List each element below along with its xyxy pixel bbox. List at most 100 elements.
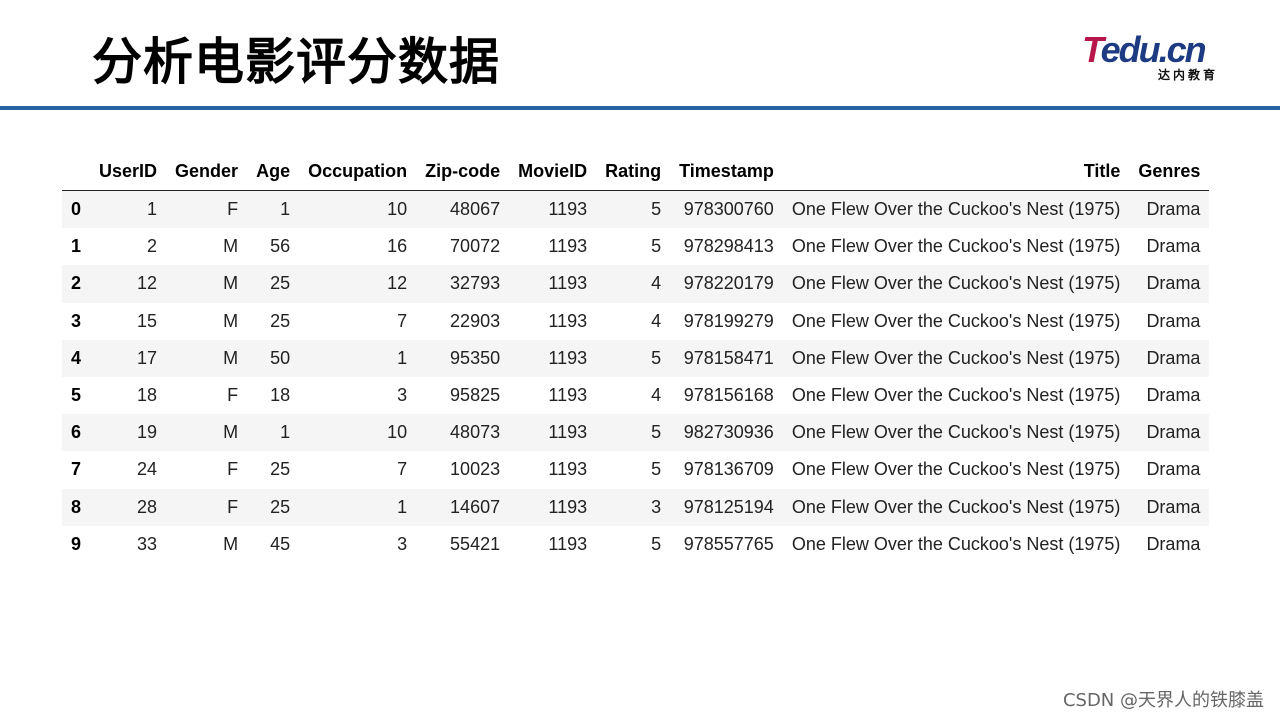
tedu-logo: Tedu.cn 达内教育 [1082, 28, 1242, 84]
table-cell: 18 [137, 385, 158, 406]
table-row: 1 2 M 56 16 70072 1193 5 978298413 One Flew Over … [62, 228, 1209, 265]
table-row: 0 1 F 1 10 48067 1193 5 978300760 One Flew Over t… [62, 190, 1210, 229]
table-cell: 7 [397, 459, 408, 480]
row-index: 3 [71, 310, 82, 331]
table-cell: 95350 [450, 347, 501, 368]
table-cell: 1193 [548, 199, 588, 220]
table-cell: 95825 [450, 385, 501, 406]
table-cell: Drama [1146, 422, 1201, 443]
row-index: 2 [71, 273, 82, 294]
logo-t: T [1082, 29, 1103, 70]
row-index: 9 [71, 533, 82, 554]
column-header: Zip-code [416, 153, 510, 191]
column-header: Genres [1129, 153, 1210, 191]
column-header: Title [782, 153, 1130, 191]
table-row: 7 24 F 25 7 10023 1193 5 978136709 One Flew Over … [62, 451, 1209, 488]
table-cell: 1193 [548, 236, 588, 257]
table-cell: One Flew Over the Cuckoo's Nest (1975) [791, 273, 1121, 294]
table-cell: F [227, 496, 239, 517]
table-cell: M [223, 236, 239, 257]
column-header: Rating [596, 153, 671, 191]
row-index: 6 [71, 422, 82, 443]
table-cell: 978136709 [683, 459, 774, 480]
table-cell: 2 [147, 236, 158, 257]
column-header: Occupation [299, 153, 417, 191]
table-row: 3 15 M 25 7 22903 1193 4 978199279 One Flew Over … [62, 303, 1209, 340]
table-cell: 17 [137, 347, 158, 368]
table-cell: 5 [651, 533, 662, 554]
table-cell: 978220179 [683, 273, 774, 294]
slide-title: 分析电影评分数据 [92, 33, 500, 91]
table-cell: 1193 [548, 310, 588, 331]
table-cell: Drama [1146, 385, 1201, 406]
table-cell: One Flew Over the Cuckoo's Nest (1975) [791, 199, 1121, 220]
table-cell: 5 [651, 199, 662, 220]
row-index: 5 [71, 385, 82, 406]
row-index: 0 [71, 199, 82, 220]
table-cell: 1193 [548, 496, 588, 517]
table-cell: 5 [651, 347, 662, 368]
table-cell: 978156168 [683, 385, 774, 406]
table-cell: Drama [1146, 236, 1201, 257]
table-cell: One Flew Over the Cuckoo's Nest (1975) [791, 459, 1121, 480]
table-cell: 25 [270, 273, 291, 294]
table-cell: 1193 [548, 273, 588, 294]
ratings-dataframe: UserID Gender Age Occupation Zip-code MovieID… [62, 153, 1210, 563]
column-header: Timestamp [670, 153, 783, 191]
table-cell: Drama [1146, 199, 1201, 220]
table-cell: M [223, 310, 239, 331]
table-cell: 12 [387, 273, 408, 294]
table-row: 4 17 M 50 1 95350 1193 5 978158471 One Flew Over … [62, 339, 1210, 377]
column-header: Gender [166, 153, 248, 191]
column-header: Age [247, 153, 300, 191]
table-cell: 5 [651, 236, 662, 257]
table-cell: 48067 [450, 199, 501, 220]
table-cell: 28 [137, 496, 158, 517]
csdn-watermark: CSDN @天界人的铁膝盖 [1062, 690, 1264, 711]
table-cell: 1193 [548, 459, 588, 480]
title-rule [0, 106, 1280, 110]
table-row: 8 28 F 25 1 14607 1193 3 978125194 One Flew Over … [62, 488, 1210, 526]
header-row: UserID Gender Age Occupation Zip-code MovieID… [62, 153, 1210, 191]
row-index: 4 [71, 347, 82, 368]
table-cell: 1 [397, 347, 408, 368]
logo-rest: edu.cn [1100, 29, 1207, 70]
table-cell: 1193 [548, 533, 588, 554]
table-cell: M [223, 347, 239, 368]
table-cell: F [227, 385, 239, 406]
table-cell: Drama [1146, 273, 1201, 294]
table-cell: 1193 [548, 385, 588, 406]
table-cell: 978158471 [683, 347, 774, 368]
table-cell: 33 [137, 533, 158, 554]
table-cell: 978298413 [683, 236, 774, 257]
table-cell: Drama [1146, 310, 1201, 331]
table-cell: 19 [137, 422, 158, 443]
table-cell: One Flew Over the Cuckoo's Nest (1975) [791, 236, 1121, 257]
table-cell: 978557765 [683, 533, 774, 554]
column-header: UserID [90, 153, 167, 191]
table-cell: 56 [270, 236, 291, 257]
table-header: UserID Gender Age Occupation Zip-code MovieID… [62, 153, 1210, 191]
table-cell: 24 [137, 459, 158, 480]
table-cell: 14607 [450, 496, 501, 517]
table-cell: 978199279 [683, 310, 774, 331]
table-cell: 25 [270, 496, 291, 517]
table-row: 9 33 M 45 3 55421 1193 5 978557765 One Flew Over … [62, 526, 1209, 563]
table-cell: 15 [137, 310, 158, 331]
table-cell: 1 [397, 496, 408, 517]
table-cell: 1 [280, 199, 291, 220]
table-cell: 4 [651, 385, 662, 406]
table-cell: 10 [387, 422, 408, 443]
row-index: 7 [71, 459, 82, 480]
table-cell: 16 [387, 236, 408, 257]
table-cell: One Flew Over the Cuckoo's Nest (1975) [791, 385, 1121, 406]
table-cell: 22903 [450, 310, 501, 331]
table-cell: 25 [270, 310, 291, 331]
row-index: 8 [71, 496, 82, 517]
table-cell: 12 [137, 273, 158, 294]
table-cell: 1 [147, 199, 158, 220]
table-cell: 10 [387, 199, 408, 220]
table-cell: Drama [1146, 496, 1201, 517]
table-cell: M [223, 533, 239, 554]
table-cell: One Flew Over the Cuckoo's Nest (1975) [791, 310, 1121, 331]
